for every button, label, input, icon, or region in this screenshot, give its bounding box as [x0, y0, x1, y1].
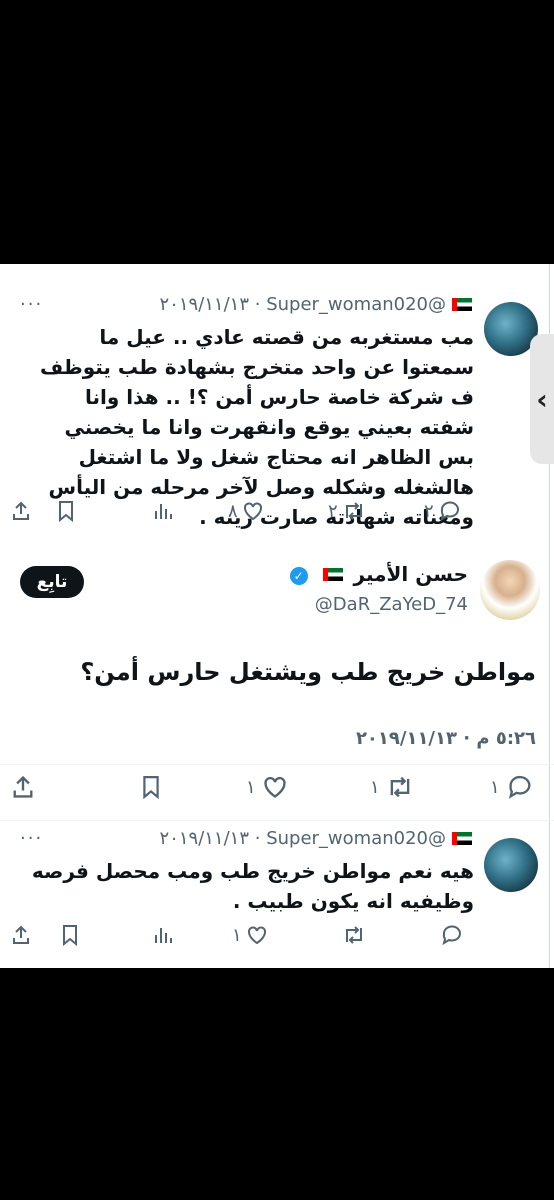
tweet-date[interactable]: ٢٠١٩/١١/١٣ — [160, 294, 249, 315]
bookmark-icon — [63, 925, 77, 946]
main-tweet-actions: ١ ١ ١ — [10, 774, 540, 800]
author-name-row: حسن الأمير ✓ — [286, 562, 468, 586]
reply-icon — [442, 925, 461, 946]
chevron-left-icon: ‹ — [536, 382, 548, 416]
follow-button[interactable]: تابِع — [20, 566, 84, 598]
views-icon — [155, 928, 172, 943]
tweet-meta: @Super_woman020 · ٢٠١٩/١١/١٣ — [160, 294, 472, 315]
views-button[interactable] — [152, 500, 174, 522]
share-button[interactable] — [10, 924, 32, 946]
retweet-button[interactable]: ٢ — [328, 500, 366, 522]
share-icon — [13, 775, 33, 798]
uae-flag-icon — [322, 568, 343, 581]
divider — [0, 764, 554, 765]
back-handle[interactable]: ‹ — [530, 334, 554, 464]
share-button[interactable] — [10, 500, 32, 522]
views-icon — [155, 504, 172, 519]
verified-icon: ✓ — [289, 567, 308, 585]
uae-flag-icon — [452, 298, 472, 311]
bookmark-icon — [59, 501, 73, 522]
share-icon — [13, 925, 29, 944]
views-button[interactable] — [152, 924, 174, 946]
retweet-count: ١ — [370, 776, 380, 798]
like-count: ٨ — [228, 500, 238, 522]
retweet-icon — [390, 776, 410, 798]
like-icon — [243, 502, 262, 521]
reply-icon — [508, 775, 531, 799]
author-handle[interactable]: @DaR_ZaYeD_74 — [315, 594, 468, 615]
reply-icon — [440, 501, 459, 522]
bookmark-icon — [143, 776, 159, 800]
reply-count: ٢ — [424, 500, 434, 522]
like-icon — [264, 776, 286, 798]
like-button[interactable]: ١ — [246, 774, 288, 800]
tweet-handle[interactable]: @Super_woman020 — [266, 828, 446, 849]
retweet-button[interactable]: ١ — [370, 774, 414, 800]
retweet-button[interactable] — [342, 924, 366, 946]
more-icon[interactable]: ··· — [20, 828, 43, 849]
like-button[interactable]: ٨ — [228, 500, 264, 522]
divider — [0, 820, 554, 821]
more-icon[interactable]: ··· — [20, 294, 43, 315]
tweet-meta: @Super_woman020 · ٢٠١٩/١١/١٣ — [160, 828, 472, 849]
like-icon — [247, 926, 266, 945]
main-tweet-text: مواطن خريج طب ويشتغل حارس أمن؟ — [80, 658, 536, 686]
like-count: ١ — [246, 776, 256, 798]
tweet-actions: ١ — [10, 924, 470, 950]
reply-count: ١ — [490, 776, 500, 798]
reply-button[interactable] — [440, 924, 464, 946]
avatar[interactable] — [484, 838, 538, 892]
tweet-thread-card: @Super_woman020 · ٢٠١٩/١١/١٣ ··· مب مستغ… — [0, 264, 554, 968]
retweet-count: ٢ — [328, 500, 338, 522]
like-button[interactable]: ١ — [232, 924, 268, 946]
bookmark-button[interactable] — [60, 924, 80, 946]
bookmark-button[interactable] — [140, 774, 162, 800]
tweet-date[interactable]: ٢٠١٩/١١/١٣ — [160, 828, 249, 849]
like-count: ١ — [232, 924, 242, 946]
tweet-timestamp[interactable]: ٥:٢٦ م · ٢٠١٩/١١/١٣ — [356, 728, 536, 749]
bookmark-button[interactable] — [56, 500, 76, 522]
author-name[interactable]: حسن الأمير — [354, 562, 468, 586]
uae-flag-icon — [452, 832, 472, 845]
tweet-text: هيه نعم مواطن خريج طب ومب محصل فرصه وظيف… — [31, 859, 474, 913]
retweet-icon — [345, 502, 362, 520]
tweet-handle[interactable]: @Super_woman020 — [266, 294, 446, 315]
reply-button[interactable]: ١ — [490, 774, 534, 800]
tweet-actions: ٨ ٢ ٢ — [10, 500, 470, 526]
share-button[interactable] — [10, 774, 36, 800]
reply-button[interactable]: ٢ — [424, 500, 462, 522]
share-icon — [13, 501, 29, 520]
avatar[interactable] — [480, 560, 540, 620]
retweet-icon — [346, 926, 362, 944]
